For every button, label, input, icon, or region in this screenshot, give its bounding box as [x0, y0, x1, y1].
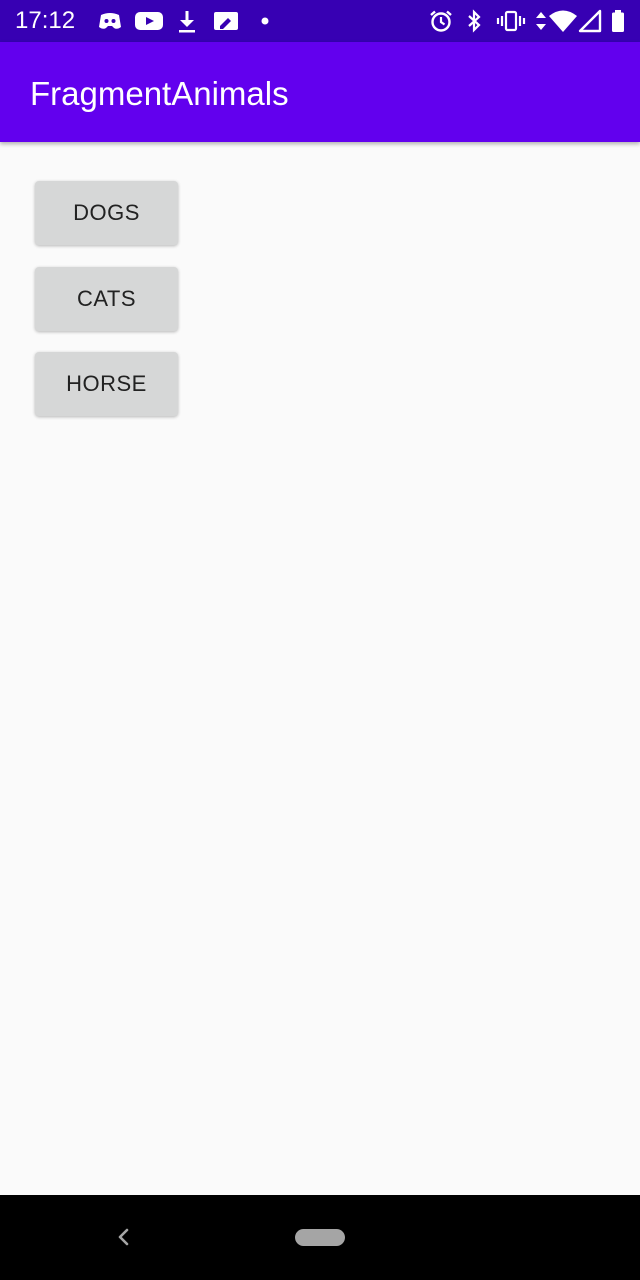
status-time: 17:12 — [15, 7, 76, 34]
signal-icon — [578, 9, 602, 33]
back-icon[interactable] — [110, 1223, 138, 1251]
vibrate-icon — [496, 10, 526, 32]
youtube-icon — [135, 12, 163, 30]
horse-button[interactable]: HORSE — [35, 352, 178, 416]
status-bar: 17:12 — [0, 0, 640, 42]
dot-icon — [261, 17, 269, 25]
battery-icon — [612, 10, 624, 32]
sim-edit-icon — [214, 12, 238, 30]
cats-button[interactable]: CATS — [35, 267, 178, 331]
data-arrows-icon — [536, 12, 546, 30]
alarm-icon — [430, 10, 452, 32]
wifi-icon — [549, 10, 577, 32]
app-title: FragmentAnimals — [30, 75, 289, 112]
discord-icon — [99, 13, 121, 29]
home-pill-icon[interactable] — [295, 1229, 345, 1246]
navigation-bar — [0, 1195, 640, 1280]
download-icon — [179, 11, 195, 33]
app-bar: FragmentAnimals — [0, 42, 640, 142]
screen: 17:12 FragmentAnimals DOGS CATS HORSE — [0, 0, 640, 1280]
bluetooth-icon — [468, 9, 481, 33]
dogs-button[interactable]: DOGS — [35, 181, 178, 245]
